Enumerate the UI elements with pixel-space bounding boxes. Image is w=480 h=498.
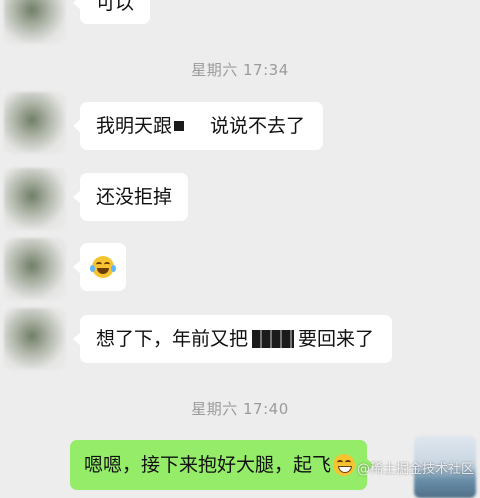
contact-avatar[interactable]: [4, 0, 66, 44]
message-text: 想了下，年前又把: [96, 327, 249, 350]
message-text: 说说不去了: [210, 114, 306, 137]
message-text: 嗯嗯，接下来抱好大腿，起飞: [84, 453, 332, 476]
message-text: 要回来了: [298, 327, 375, 350]
message-text: 还没拒掉: [96, 185, 173, 208]
timestamp: 星期六 17:40: [191, 400, 289, 418]
timestamp: 星期六 17:34: [191, 61, 289, 79]
watermark-logo: @稀土掘金技术社区: [356, 462, 474, 477]
chat-thread: 可以 星期六 17:34 我明天跟 说说不去了 还没拒掉 想了下，年前又把 要回…: [0, 0, 480, 498]
contact-avatar[interactable]: [4, 238, 66, 300]
message-bubble-incoming[interactable]: 还没拒掉: [72, 173, 189, 221]
message-bubble-incoming[interactable]: 想了下，年前又把 要回来了: [72, 315, 393, 363]
face-with-tears-of-joy-icon: [90, 256, 116, 278]
message-text: 可以: [96, 0, 135, 14]
message-text: 我明天跟: [96, 114, 173, 137]
contact-avatar[interactable]: [4, 92, 66, 154]
grinning-face-icon: [333, 454, 356, 476]
redaction-mark: [252, 330, 295, 348]
message-bubble-incoming[interactable]: 可以: [72, 0, 151, 24]
contact-avatar[interactable]: [4, 168, 66, 230]
redaction-mark: [174, 121, 185, 131]
message-bubble-outgoing[interactable]: 嗯嗯，接下来抱好大腿，起飞: [70, 440, 375, 490]
message-bubble-incoming[interactable]: 我明天跟 说说不去了: [72, 102, 324, 150]
message-bubble-incoming[interactable]: [73, 243, 126, 291]
contact-avatar[interactable]: [4, 308, 66, 370]
